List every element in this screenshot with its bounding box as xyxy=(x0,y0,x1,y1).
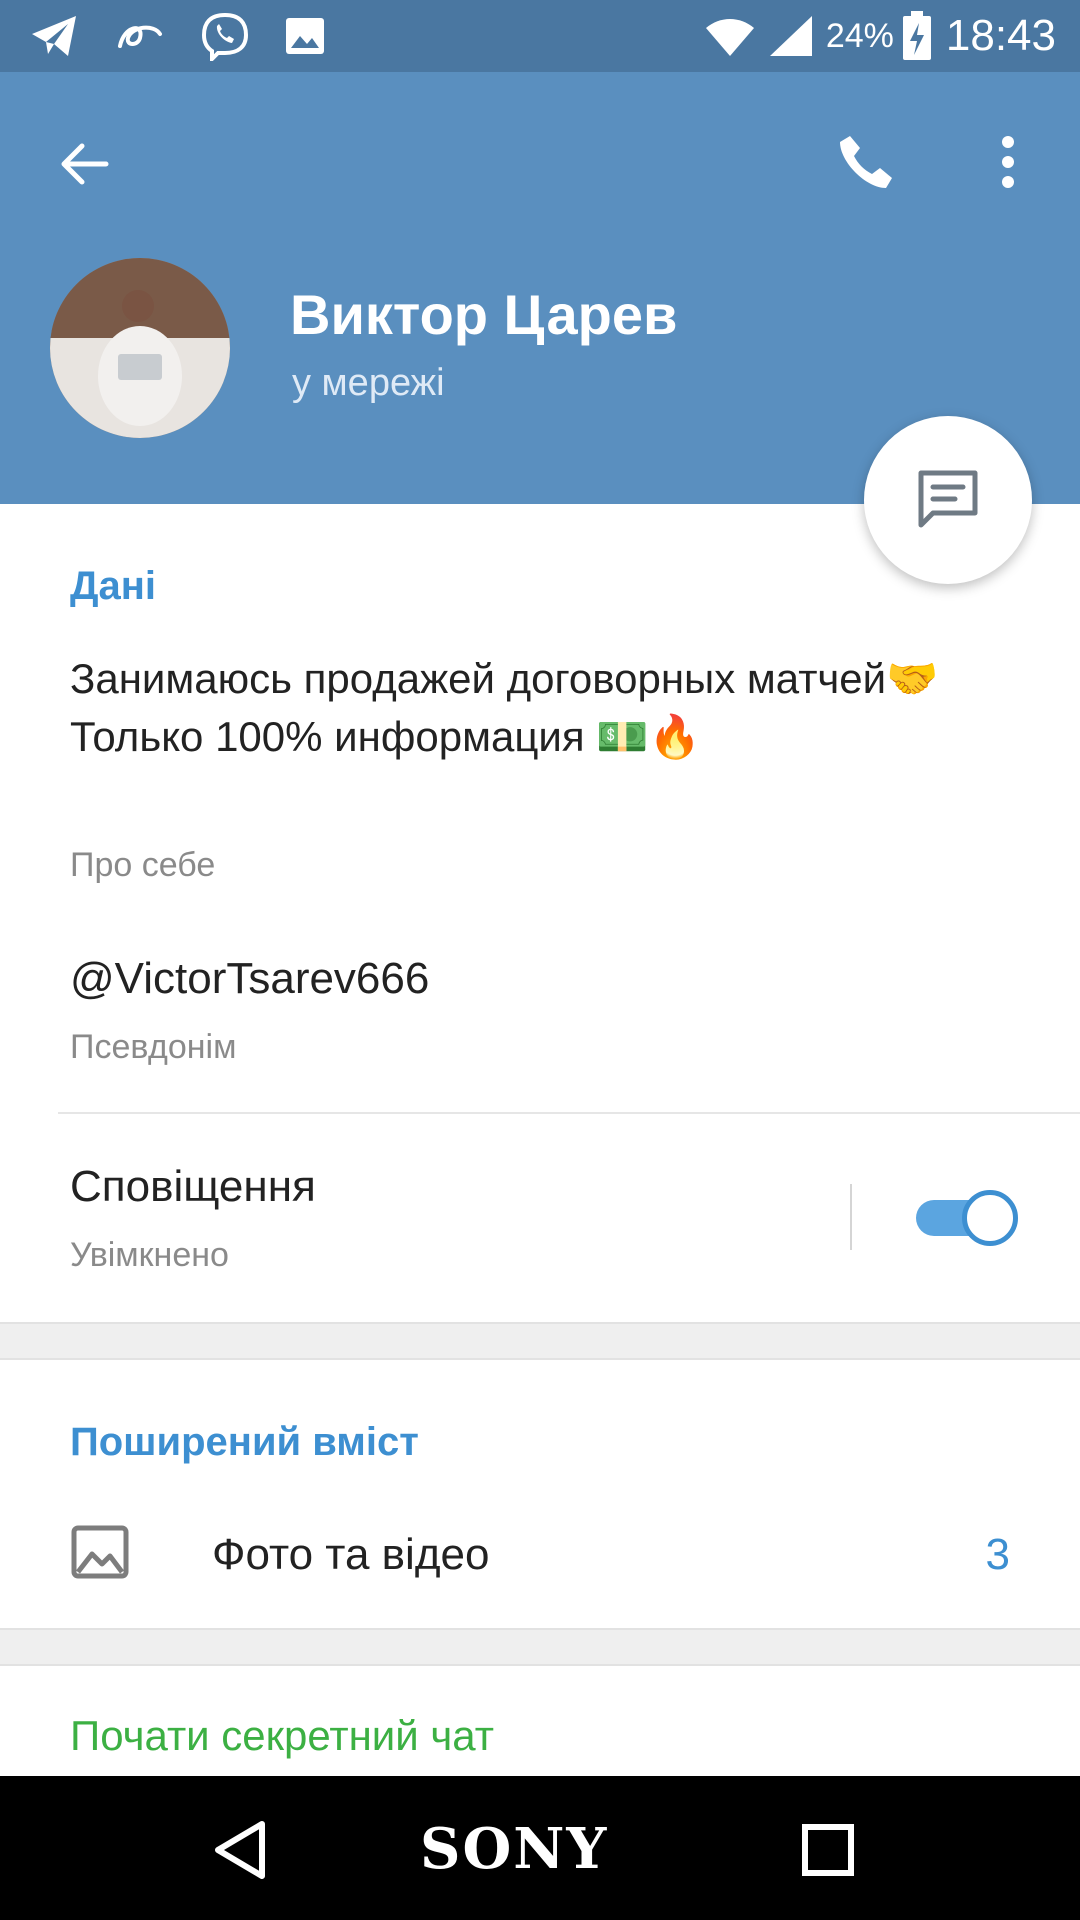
aliexpress-icon xyxy=(118,25,162,48)
viber-icon xyxy=(201,12,249,61)
more-vert-icon xyxy=(1002,136,1014,188)
call-button[interactable] xyxy=(826,122,906,202)
photo-icon xyxy=(71,1525,129,1579)
notifications-toggle[interactable] xyxy=(914,1190,1018,1246)
wifi-icon xyxy=(705,19,754,56)
start-secret-chat-button[interactable]: Почати секретний чат xyxy=(70,1712,494,1760)
message-icon xyxy=(918,470,978,528)
online-status: у мережі xyxy=(292,362,445,404)
nav-back-icon[interactable] xyxy=(210,1818,274,1882)
toggle-knob xyxy=(962,1190,1018,1246)
signal-icon xyxy=(769,16,812,56)
telegram-icon xyxy=(32,16,76,56)
back-button[interactable] xyxy=(48,128,120,200)
message-button[interactable] xyxy=(864,416,1032,584)
info-section-title: Дані xyxy=(70,564,157,608)
avatar[interactable] xyxy=(50,258,230,438)
phone-icon xyxy=(840,136,892,188)
notifications-state: Увімкнено xyxy=(70,1236,229,1274)
battery-percent: 24% xyxy=(825,16,894,55)
profile-name: Виктор Царев xyxy=(290,283,678,346)
clock: 18:43 xyxy=(945,11,1056,60)
bio-text[interactable]: Занимаюсь продажей договорных матчей🤝 То… xyxy=(70,650,970,766)
section-gap xyxy=(0,1628,1080,1666)
more-options-button[interactable] xyxy=(980,122,1036,202)
section-gap xyxy=(0,1322,1080,1360)
brand-logo: SONY xyxy=(420,1816,609,1882)
photos-videos-label: Фото та відео xyxy=(212,1530,490,1579)
notifications-title[interactable]: Сповіщення xyxy=(70,1162,316,1212)
shared-section-title: Поширений вміст xyxy=(70,1420,419,1464)
status-bar: 24% 18:43 xyxy=(0,0,1080,72)
bio-label: Про себе xyxy=(70,846,216,884)
username-text[interactable]: @VictorTsarev666 xyxy=(70,954,429,1004)
navigation-bar: SONY xyxy=(0,1776,1080,1920)
arrow-left-icon xyxy=(61,143,109,185)
username-label: Псевдонім xyxy=(70,1028,237,1066)
divider xyxy=(58,1112,1080,1114)
battery-charging-icon xyxy=(902,11,931,60)
photos-videos-count: 3 xyxy=(985,1530,1010,1579)
photos-videos-row[interactable]: Фото та відео 3 xyxy=(0,1500,1080,1610)
vertical-divider xyxy=(850,1184,852,1250)
system-icons: 24% 18:43 xyxy=(704,8,1056,64)
gallery-icon xyxy=(286,18,324,54)
nav-recent-apps-icon[interactable] xyxy=(802,1824,854,1876)
notification-icons xyxy=(30,12,326,61)
